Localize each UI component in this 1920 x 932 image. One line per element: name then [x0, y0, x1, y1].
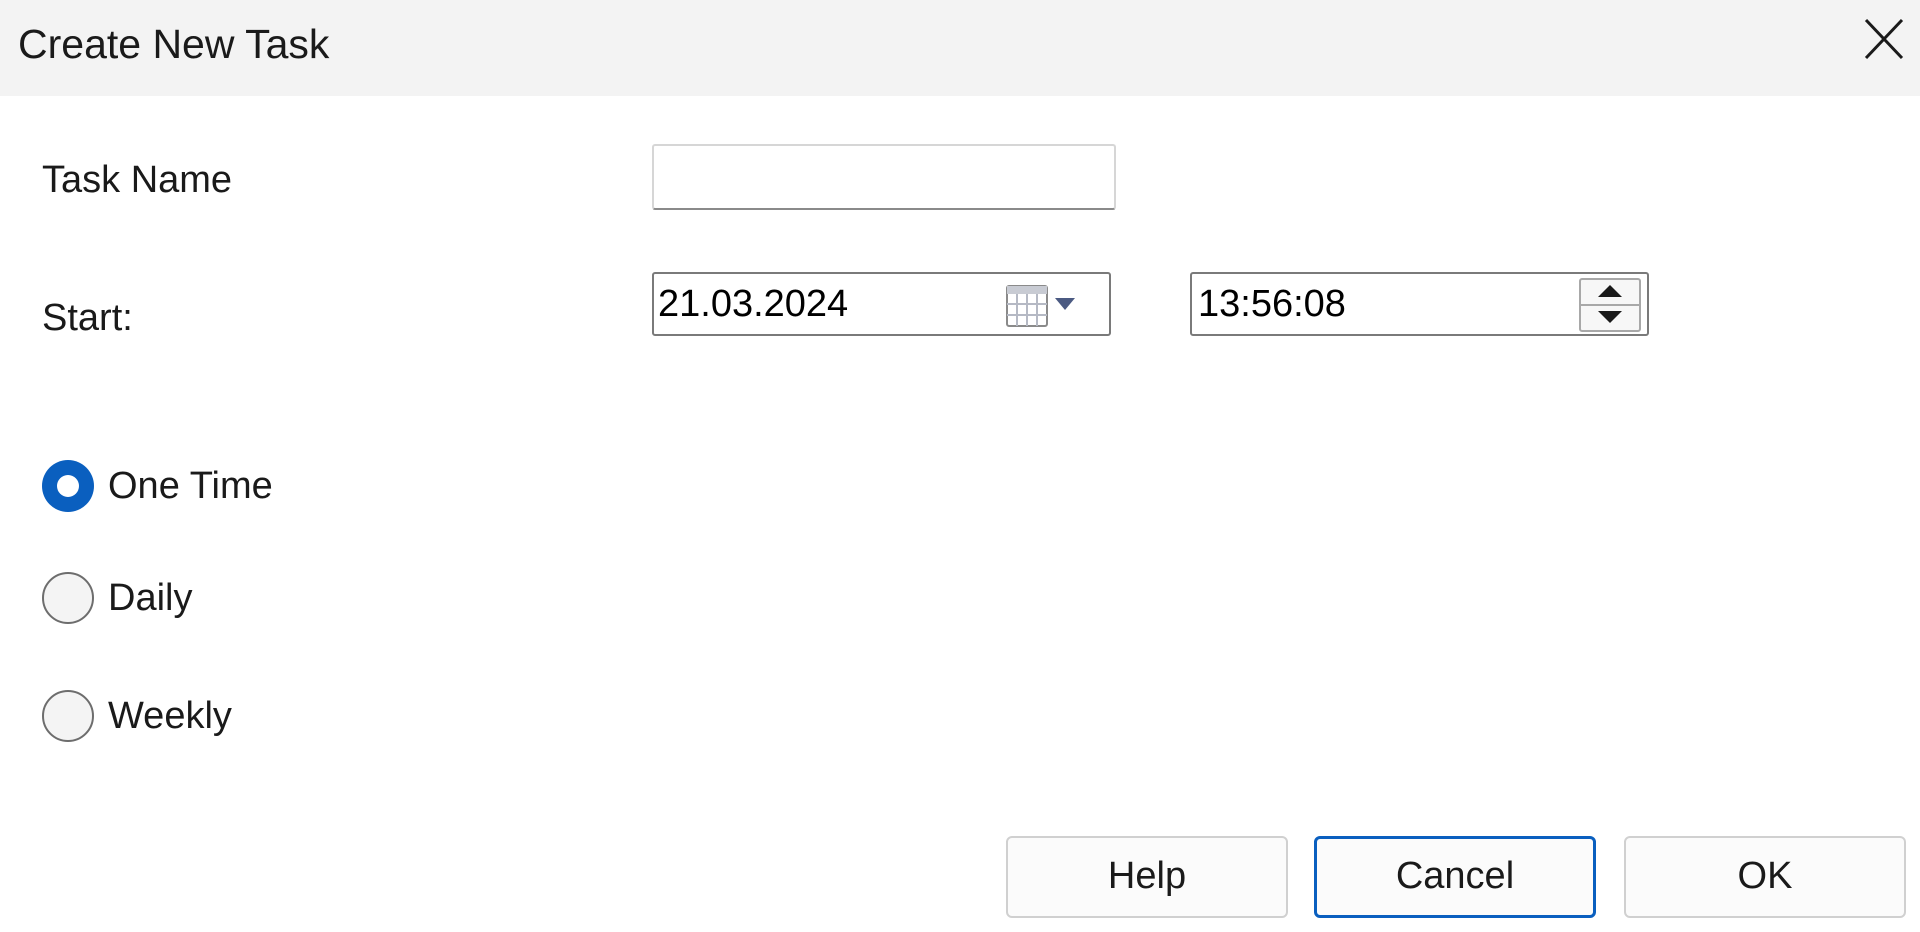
- start-time-field[interactable]: 13:56:08: [1190, 272, 1649, 336]
- spin-down-button[interactable]: [1581, 306, 1639, 330]
- create-task-dialog: Create New Task Task Name Start: 21.03.2…: [0, 0, 1920, 932]
- window-title: Create New Task: [18, 21, 330, 67]
- radio-unselected-icon: [42, 572, 94, 624]
- start-date-value: 21.03.2024: [658, 283, 849, 325]
- radio-label: Daily: [108, 577, 193, 619]
- radio-selected-icon: [42, 460, 94, 512]
- calendar-icon: [1006, 285, 1075, 327]
- radio-label: One Time: [108, 465, 273, 507]
- spin-down-icon: [1598, 311, 1622, 323]
- radio-label: Weekly: [108, 695, 232, 737]
- start-time-value: 13:56:08: [1198, 283, 1346, 325]
- calendar-dropdown-button[interactable]: [1005, 282, 1083, 330]
- start-label: Start:: [42, 297, 133, 339]
- spin-up-button[interactable]: [1581, 280, 1639, 306]
- title-bar: Create New Task: [0, 0, 1920, 96]
- cancel-button[interactable]: Cancel: [1314, 836, 1596, 918]
- help-button[interactable]: Help: [1006, 836, 1288, 918]
- task-name-input[interactable]: [652, 144, 1116, 210]
- spin-up-icon: [1598, 285, 1622, 297]
- close-icon: [1864, 18, 1904, 60]
- close-button[interactable]: [1840, 0, 1920, 80]
- time-spinner: [1579, 278, 1641, 332]
- task-name-label: Task Name: [42, 159, 233, 201]
- chevron-down-icon: [1055, 298, 1075, 310]
- ok-button[interactable]: OK: [1624, 836, 1906, 918]
- start-date-picker[interactable]: 21.03.2024: [652, 272, 1111, 336]
- radio-unselected-icon: [42, 690, 94, 742]
